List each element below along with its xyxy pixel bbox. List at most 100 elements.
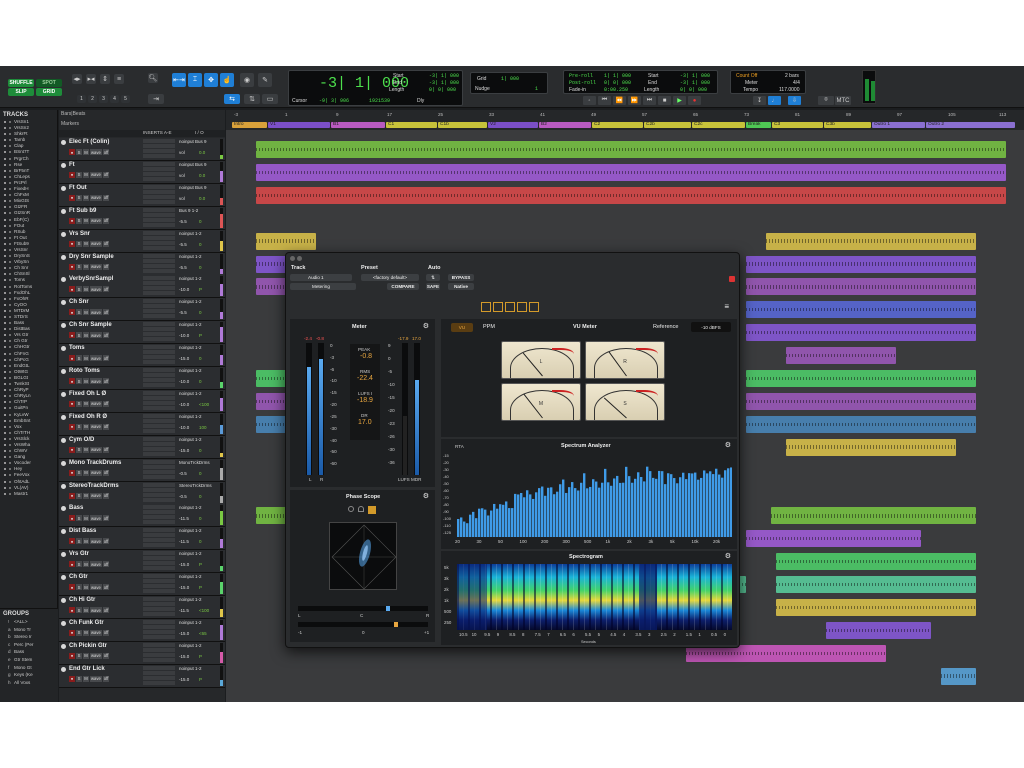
ppm-tab[interactable]: PPM [483, 324, 495, 330]
track-color-icon[interactable] [61, 598, 66, 603]
view-selector[interactable]: wave [90, 217, 102, 224]
insert-slots[interactable] [143, 665, 175, 686]
mute-button[interactable]: M [83, 149, 89, 155]
track-pan[interactable]: <100 [199, 608, 209, 613]
track-header[interactable]: Ch Snr ● S Mwave off noinput 1-2 -5.5 0 [59, 298, 225, 322]
view-selector[interactable]: wave [90, 332, 102, 339]
insert-slots[interactable] [143, 413, 175, 434]
timeline-rulers[interactable]: -3 1 9 17 25 33 41 49 57 65 73 81 89 97 105 113 Intro V1… [226, 110, 1024, 130]
group-item[interactable]: h All Voxs [0, 679, 58, 687]
spectrogram-view-icon[interactable] [529, 302, 539, 312]
audio-clip[interactable] [776, 553, 976, 571]
track-pan[interactable]: 0 [199, 471, 202, 476]
automation-mode-button[interactable]: off [102, 607, 110, 613]
track-color-icon[interactable] [61, 483, 66, 489]
track-pan[interactable]: 0 [199, 219, 202, 224]
insert-slots[interactable] [143, 139, 175, 159]
automation-mode-button[interactable]: off [102, 332, 110, 339]
insert-slots[interactable] [143, 345, 175, 366]
track-name[interactable]: Dist Bass [69, 528, 96, 534]
mtc-button[interactable]: MTC [835, 96, 851, 105]
solo-button[interactable]: S [76, 149, 82, 155]
track-color-icon[interactable] [61, 391, 66, 397]
rewind-icon[interactable]: ⏪ [613, 96, 626, 105]
track-io[interactable]: noinput Bus 9 [179, 185, 207, 190]
track-header[interactable]: Ft Sub b9 ● S Mwave off Bus 9 1-2 -5.5 0 [59, 206, 225, 230]
audio-clip[interactable] [746, 415, 976, 433]
preroll-value[interactable]: 1| 1| 000 [604, 73, 631, 79]
online-icon[interactable]: ◦ [583, 96, 596, 105]
track-pan[interactable]: P [199, 585, 202, 590]
track-name[interactable]: Bass [69, 505, 83, 511]
mute-button[interactable]: M [83, 469, 89, 476]
track-name[interactable]: Ch Pickin Gtr [69, 643, 107, 649]
track-pan[interactable]: P [199, 287, 202, 292]
mute-button[interactable]: M [83, 378, 89, 384]
track-name[interactable]: Ch Snr [69, 299, 89, 305]
audio-clip[interactable] [771, 507, 976, 525]
bars-beats-ruler-label[interactable]: Bars|Beats [61, 111, 85, 119]
track-color-icon[interactable] [61, 620, 66, 626]
insert-slots[interactable] [143, 184, 175, 205]
view-selector[interactable]: wave [90, 492, 102, 499]
solo-button[interactable]: S [76, 652, 82, 659]
track-name[interactable]: Ft [69, 162, 75, 168]
automation-mode-button[interactable]: off [102, 309, 110, 316]
automation-mode-button[interactable]: off [102, 675, 110, 682]
track-list-item[interactable]: Mastr1 [0, 491, 57, 497]
preset-selector[interactable]: <factory default> [361, 274, 419, 281]
record-enable-icon[interactable]: ● [69, 171, 75, 178]
audio-clip[interactable] [256, 255, 286, 273]
mute-button[interactable]: M [83, 561, 89, 568]
track-volume[interactable]: -15.0 [179, 562, 189, 567]
track-header[interactable]: Ch Gtr ● S Mwave off noinput 1-2 -15.0 P [59, 573, 225, 597]
marker[interactable]: C3b [824, 122, 871, 128]
audio-clip[interactable] [746, 324, 976, 342]
track-header[interactable]: Ft ● S Mwave off noinput Bus 9 vol 0.0 [59, 160, 225, 184]
track-name[interactable]: Fixed Oh L Ø [69, 391, 106, 397]
mute-button[interactable]: M [83, 492, 89, 499]
track-color-icon[interactable] [61, 300, 66, 306]
view-selector[interactable]: wave [90, 309, 102, 316]
track-name[interactable]: StereoTrackDrms [69, 483, 119, 489]
track-name[interactable]: Roto Toms [69, 368, 100, 374]
track-io[interactable]: StereoTrckDrms [179, 483, 212, 488]
record-enable-icon[interactable]: ● [69, 515, 75, 522]
track-name[interactable]: Elec Ft (Colin) [69, 139, 109, 145]
track-io[interactable]: noinput 1-2 [179, 574, 202, 579]
insert-slots[interactable] [143, 436, 175, 457]
trim-tool-icon[interactable]: ⇤⇥ [172, 73, 186, 87]
marker[interactable]: C3 [772, 122, 823, 128]
track-header[interactable]: Toms ● S Mwave off noinput 1-2 -15.0 0 [59, 344, 225, 368]
solo-button[interactable]: S [76, 309, 82, 316]
track-volume[interactable]: -0.5 [179, 471, 187, 476]
track-color-icon[interactable] [61, 506, 66, 512]
track-volume[interactable]: -5.5 [179, 242, 187, 247]
automation-mode-button[interactable]: off [102, 355, 110, 362]
insert-slots[interactable] [143, 528, 175, 549]
record-enable-icon[interactable]: ● [69, 469, 75, 476]
solo-button[interactable]: S [76, 355, 82, 362]
track-header[interactable]: Ft Out ● S Mwave off noinput Bus 9 vol 0.0 [59, 183, 225, 207]
midi-merge-icon[interactable]: ⌾ [818, 96, 834, 105]
link-timeline-icon[interactable]: ⇆ [224, 94, 240, 104]
solo-button[interactable]: S [76, 446, 82, 453]
view-selector[interactable]: wave [90, 240, 102, 247]
insert-slots[interactable] [143, 299, 175, 320]
track-volume[interactable]: -10.0 [179, 287, 189, 292]
track-color-icon[interactable] [61, 254, 66, 260]
insert-slots[interactable] [143, 505, 175, 526]
scope-half-icon[interactable] [358, 506, 364, 512]
zoom-vertical-icon[interactable]: ⇕ [100, 74, 110, 84]
automation-mode-button[interactable]: off [102, 240, 110, 247]
track-volume[interactable]: -15.0 [179, 677, 189, 682]
conductor-icon[interactable]: ⇩ [788, 96, 801, 105]
track-volume[interactable]: -15.0 [179, 654, 189, 659]
meter-settings-icon[interactable]: ⚙ [423, 322, 429, 330]
reference-value[interactable]: -10 dBFS [691, 322, 731, 332]
selector-tool-icon[interactable]: ⌶ [188, 73, 202, 87]
track-name[interactable]: VerbySnrSampl [69, 276, 113, 282]
record-enable-icon[interactable]: ● [69, 629, 75, 636]
view-selector[interactable]: wave [90, 423, 102, 430]
zoom-preset-4[interactable]: 4 [110, 95, 119, 103]
